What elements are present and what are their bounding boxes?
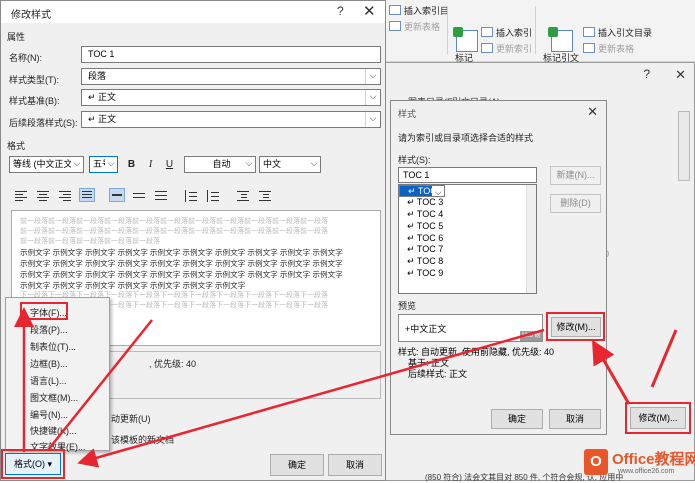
arrow-line: [592, 339, 631, 405]
office-logo-icon: O: [584, 449, 608, 475]
arrow-line: [77, 328, 545, 468]
arrow-line: [47, 319, 153, 451]
watermark-brand: Office教程网: [612, 451, 695, 468]
arrow-line: [650, 329, 678, 388]
annotation-arrows: [13, 307, 678, 468]
watermark-url: www.office26.com: [618, 468, 675, 475]
watermark: O Office教程网 www.office26.com: [578, 447, 695, 481]
